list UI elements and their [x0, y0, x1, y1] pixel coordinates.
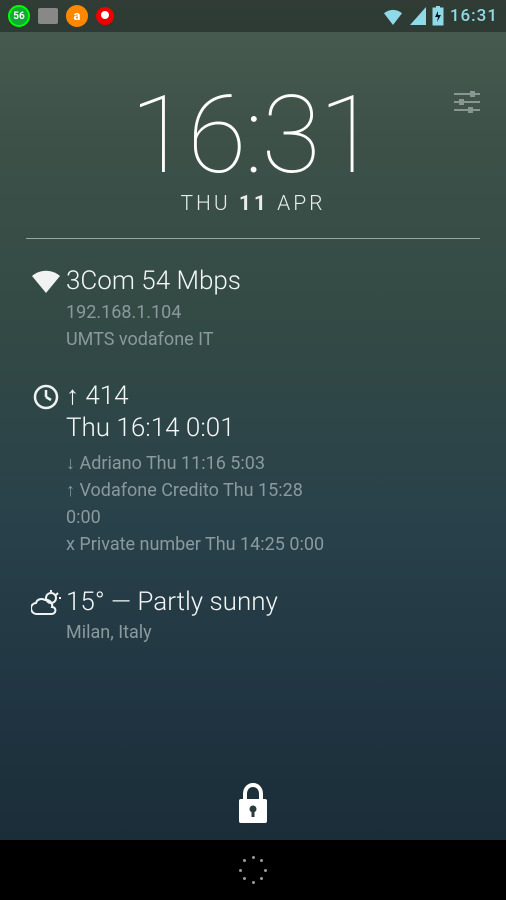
clock-time: 16:31 — [26, 82, 480, 190]
wifi-carrier: UMTS vodafone IT — [66, 327, 480, 352]
wifi-icon — [382, 7, 404, 25]
call-last-time: Thu 16:14 0:01 — [66, 412, 480, 445]
wifi-title: 3Com 54 Mbps — [66, 265, 480, 298]
weather-icon — [26, 586, 66, 646]
divider — [26, 238, 480, 239]
status-badge-icon: 56 — [8, 5, 30, 27]
weather-location: Milan, Italy — [66, 620, 480, 645]
nav-bar — [0, 840, 506, 900]
statusbar-time: 16:31 — [450, 6, 498, 26]
call-log-item: x Private number Thu 14:25 0:00 — [66, 532, 480, 557]
wifi-block[interactable]: 3Com 54 Mbps 192.168.1.104 UMTS vodafone… — [26, 265, 480, 352]
call-last-number: ↑ 414 — [66, 380, 480, 413]
wifi-ip: 192.168.1.104 — [66, 300, 480, 325]
settings-icon[interactable] — [454, 90, 480, 118]
weather-block[interactable]: 15° — Partly sunny Milan, Italy — [26, 586, 480, 646]
unlock-handle[interactable] — [0, 782, 506, 824]
signal-icon — [410, 7, 426, 25]
clock-icon — [26, 380, 66, 558]
call-log-item: ↑ Vodafone Credito Thu 15:28 — [66, 478, 480, 503]
calls-block[interactable]: ↑ 414 Thu 16:14 0:01 ↓ Adriano Thu 11:16… — [26, 380, 480, 558]
app-icon: a — [66, 5, 88, 27]
wifi-icon — [26, 265, 66, 352]
battery-icon — [432, 6, 444, 26]
status-bar: 56 a 16:31 — [0, 0, 506, 32]
clock-widget[interactable]: 16:31 THU 11 APR — [26, 82, 480, 216]
weather-summary: 15° — Partly sunny — [66, 586, 480, 619]
loading-spinner-icon — [239, 856, 267, 884]
call-log-item: 0:00 — [66, 505, 480, 530]
lock-icon — [236, 782, 270, 824]
clock-date: THU 11 APR — [26, 192, 480, 216]
vodafone-icon — [96, 7, 114, 25]
call-log-item: ↓ Adriano Thu 11:16 5:03 — [66, 451, 480, 476]
image-icon — [38, 8, 58, 24]
